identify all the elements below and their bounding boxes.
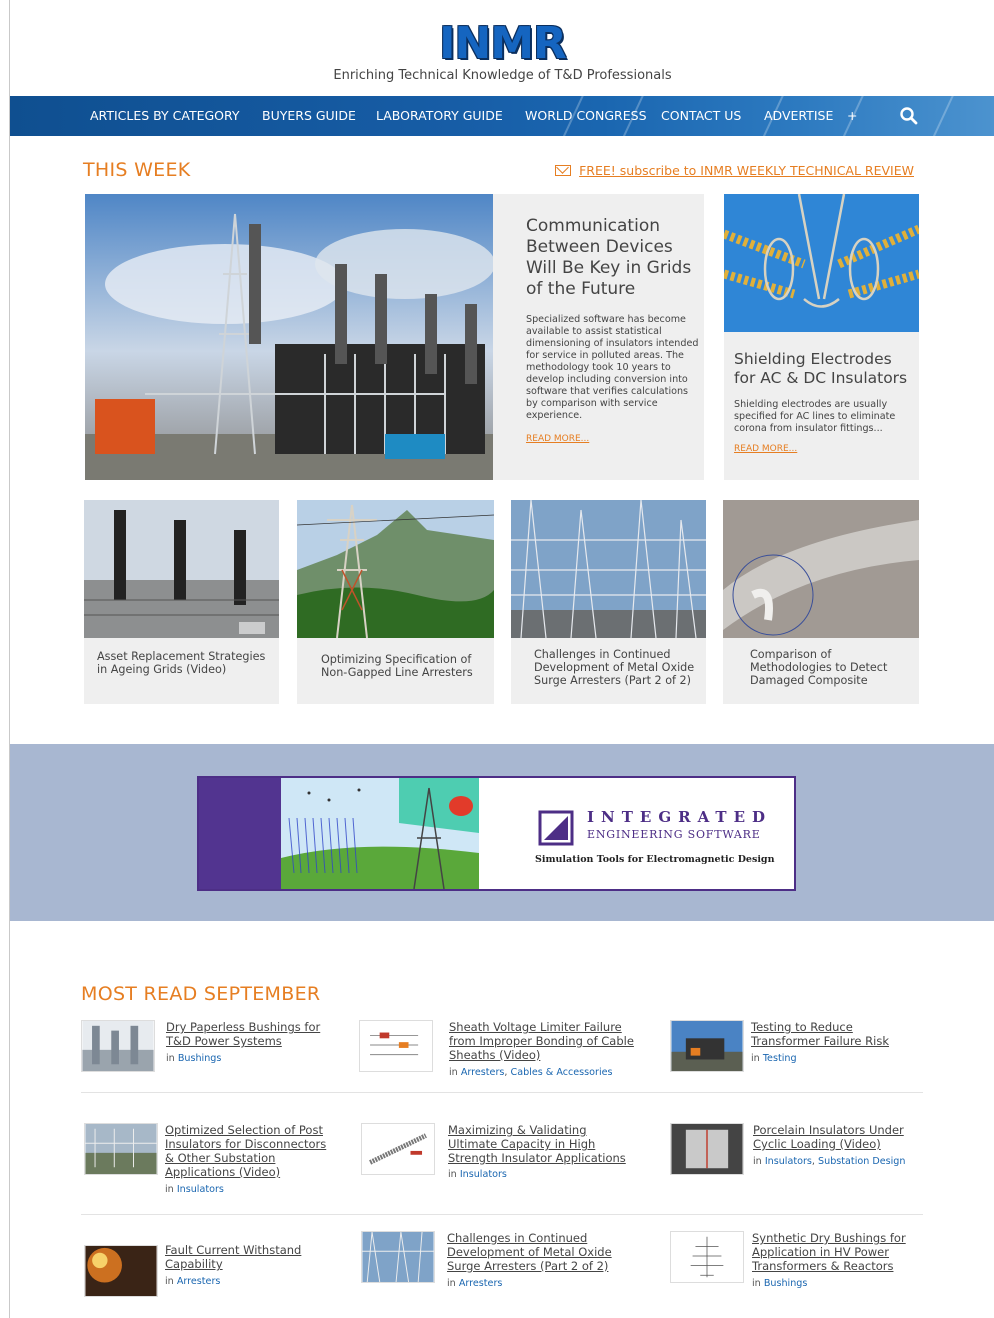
nav-articles-by-category[interactable]: ARTICLES BY CATEGORY [90,108,240,123]
article-tile-1-title[interactable]: Asset Replacement Strategies in Ageing G… [97,650,272,676]
feature-side-card[interactable]: Shielding Electrodes for AC & DC Insulat… [724,194,919,480]
article-tile-1[interactable]: Asset Replacement Strategies in Ageing G… [84,500,279,704]
ies-logo-icon [538,810,574,846]
site-header: INMR Enriching Technical Knowledge of T&… [10,0,994,96]
site-logo[interactable]: INMR [10,18,994,69]
article-tile-2[interactable]: Optimizing Specification of Non-Gapped L… [297,500,494,704]
feature-side-read-more[interactable]: READ MORE... [734,444,797,454]
most-read-title-8[interactable]: Challenges in Continued Development of M… [447,1231,627,1273]
main-nav: ARTICLES BY CATEGORY BUYERS GUIDE LABORA… [10,96,994,136]
feature-side-title[interactable]: Shielding Electrodes for AC & DC Insulat… [734,350,916,388]
substation-photo[interactable] [85,194,493,480]
most-read-thumb-1[interactable] [81,1020,155,1072]
most-read-thumb-5[interactable] [361,1123,435,1175]
most-read-title-4[interactable]: Optimized Selection of Post Insulators f… [165,1123,335,1179]
damaged-composite-photo[interactable] [723,500,919,638]
surge-arresters-photo[interactable] [511,500,706,638]
most-read-cats-4: in Insulators [165,1184,224,1195]
ad-brand-line1: INTEGRATED [587,808,773,826]
nav-contact-us[interactable]: CONTACT US [661,108,741,123]
site-tagline: Enriching Technical Knowledge of T&D Pro… [333,68,672,83]
feature-side-description: Shielding electrodes are usually specifi… [734,399,896,434]
page: INMR Enriching Technical Knowledge of T&… [9,0,994,1318]
most-read-divider-1 [81,1092,923,1093]
most-read-title-2[interactable]: Sheath Voltage Limiter Failure from Impr… [449,1020,634,1062]
nav-laboratory-guide[interactable]: LABORATORY GUIDE [376,108,503,123]
bushings-photo[interactable] [84,500,279,638]
most-read-thumb-8[interactable] [361,1231,435,1283]
most-read-title-6[interactable]: Porcelain Insulators Under Cyclic Loadin… [753,1123,918,1151]
most-read-cats-1: in Bushings [166,1053,222,1064]
mail-icon [555,165,572,176]
article-tile-3[interactable]: Challenges in Continued Development of M… [511,500,706,704]
most-read-thumb-7[interactable] [84,1245,158,1297]
nav-advertise[interactable]: ADVERTISE [764,108,833,123]
most-read-thumb-3[interactable] [670,1020,744,1072]
article-tile-2-title[interactable]: Optimizing Specification of Non-Gapped L… [321,653,486,679]
ad-brand-line2: ENGINEERING SOFTWARE [587,828,761,841]
most-read-cats-5: in Insulators [448,1169,507,1180]
most-read-title-1[interactable]: Dry Paperless Bushings for T&D Power Sys… [166,1020,336,1048]
nav-more-plus[interactable]: + [847,108,857,123]
most-read-title-9[interactable]: Synthetic Dry Bushings for Application i… [752,1231,912,1273]
ad-illustration [199,778,479,889]
search-icon[interactable] [899,106,919,126]
most-read-title-3[interactable]: Testing to Reduce Transformer Failure Ri… [751,1020,901,1048]
article-tile-4[interactable]: Comparison of Methodologies to Detect Da… [723,500,919,704]
most-read-cats-6: in Insulators, Substation Design [753,1156,906,1167]
nav-world-congress[interactable]: WORLD CONGRESS [525,108,647,123]
article-tile-4-title[interactable]: Comparison of Methodologies to Detect Da… [750,648,915,687]
most-read-thumb-4[interactable] [84,1123,158,1175]
nav-buyers-guide[interactable]: BUYERS GUIDE [262,108,356,123]
line-arresters-photo[interactable] [297,500,494,638]
most-read-thumb-6[interactable] [670,1123,744,1175]
feature-main-title[interactable]: Communication Between Devices Will Be Ke… [526,216,698,300]
most-read-cats-2: in Arresters, Cables & Accessories [449,1067,613,1078]
most-read-thumb-2[interactable] [359,1020,433,1072]
most-read-divider-2 [81,1214,923,1215]
most-read-title-7[interactable]: Fault Current Withstand Capability [165,1243,315,1271]
most-read-title-5[interactable]: Maximizing & Validating Ultimate Capacit… [448,1123,638,1165]
subscribe-link[interactable]: FREE! subscribe to INMR WEEKLY TECHNICAL… [555,163,914,178]
feature-main-description: Specialized software has become availabl… [526,314,699,421]
most-read-heading: MOST READ SEPTEMBER [81,983,321,1005]
most-read-cats-9: in Bushings [752,1278,808,1289]
most-read-cats-8: in Arresters [447,1278,503,1289]
integrated-engineering-ad[interactable]: INTEGRATED ENGINEERING SOFTWARE Simulati… [197,776,796,891]
shielding-electrodes-photo[interactable] [724,194,919,332]
this-week-heading: THIS WEEK [83,159,191,181]
article-tile-3-title[interactable]: Challenges in Continued Development of M… [534,648,702,687]
ad-slogan: Simulation Tools for Electromagnetic Des… [535,854,775,865]
feature-main-read-more[interactable]: READ MORE... [526,434,589,444]
most-read-thumb-9[interactable] [670,1231,744,1283]
feature-main-card[interactable]: Communication Between Devices Will Be Ke… [85,194,704,480]
most-read-cats-3: in Testing [751,1053,797,1064]
most-read-cats-7: in Arresters [165,1276,221,1287]
